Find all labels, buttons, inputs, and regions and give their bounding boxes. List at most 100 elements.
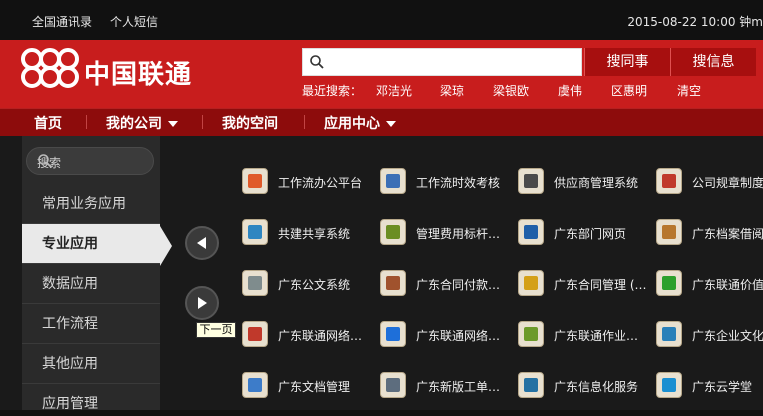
app-label: 广东新版工单… xyxy=(416,380,501,394)
app-tile[interactable]: 广东文档管理 xyxy=(242,372,376,400)
brand-name: 中国联通 xyxy=(84,60,193,90)
share-icon xyxy=(242,219,268,245)
app-tile[interactable]: 广东企业文化 xyxy=(656,321,763,349)
prev-page-button[interactable] xyxy=(185,226,219,260)
sidebar-item-common-apps[interactable]: 常用业务应用 xyxy=(22,184,160,224)
search-input[interactable] xyxy=(302,48,582,76)
sidebar-search-input[interactable]: 搜索 xyxy=(26,147,154,175)
app-tile[interactable]: 管理费用标杆… xyxy=(380,219,514,247)
arrow-right-icon xyxy=(198,297,207,309)
sidebar-item-other-apps[interactable]: 其他应用 xyxy=(22,344,160,384)
recent-search-item[interactable]: 梁银欧 xyxy=(493,82,529,99)
webpage-icon xyxy=(518,219,544,245)
search-icon xyxy=(37,153,145,172)
clear-recent-link[interactable]: 清空 xyxy=(677,82,701,99)
app-tile[interactable]: 广东联通作业… xyxy=(518,321,652,349)
app-tile[interactable]: 广东公文系统 xyxy=(242,270,376,298)
recent-search-label: 最近搜索： xyxy=(302,84,363,98)
app-label: 广东公文系统 xyxy=(278,278,351,292)
cloud-icon xyxy=(656,372,682,398)
app-tile[interactable]: 广东联通网络… xyxy=(380,321,514,349)
next-page-tooltip: 下一页 xyxy=(196,322,236,338)
app-label: 广东合同付款… xyxy=(416,278,501,292)
app-label: 公司规章制度 xyxy=(692,176,763,190)
recent-search-item[interactable]: 虞伟 xyxy=(558,82,582,99)
next-page-button[interactable] xyxy=(185,286,219,320)
app-tile[interactable]: 广东合同付款… xyxy=(380,270,514,298)
app-tile[interactable]: 广东云学堂 xyxy=(656,372,763,400)
top-bar: 全国通讯录 个人短信 2015-08-22 10:00 钟m xyxy=(0,0,763,40)
app-tile[interactable]: 广东联通网络… xyxy=(242,321,376,349)
nav-home[interactable]: 首页 xyxy=(34,113,62,133)
recent-search-item[interactable]: 梁琼 xyxy=(440,82,464,99)
app-tile[interactable]: 广东部门网页 xyxy=(518,219,652,247)
app-label: 广东云学堂 xyxy=(692,380,753,394)
sidebar-item-professional-apps[interactable]: 专业应用 xyxy=(22,224,160,264)
search-colleague-button[interactable]: 搜同事 xyxy=(584,48,670,76)
browser-icon xyxy=(656,270,682,296)
chevron-down-icon xyxy=(386,121,396,127)
app-label: 广东部门网页 xyxy=(554,227,627,241)
active-indicator xyxy=(160,226,172,266)
ie-icon xyxy=(380,321,406,347)
app-tile[interactable]: 供应商管理系统 xyxy=(518,168,652,196)
app-label: 共建共享系统 xyxy=(278,227,351,241)
nav-my-space[interactable]: 我的空间 xyxy=(222,113,278,133)
search-info-button[interactable]: 搜信息 xyxy=(670,48,756,76)
ticket-icon xyxy=(380,372,406,398)
finance-icon xyxy=(380,219,406,245)
app-label: 广东联通网络… xyxy=(278,329,363,343)
app-label: 广东企业文化 xyxy=(692,329,763,343)
datetime: 2015-08-22 10:00 钟m xyxy=(627,15,763,29)
app-tile[interactable]: 广东新版工单… xyxy=(380,372,514,400)
workflow-icon xyxy=(242,168,268,194)
clock-user-icon xyxy=(380,168,406,194)
app-tile[interactable]: 广东档案借阅 xyxy=(656,219,763,247)
service-icon xyxy=(518,372,544,398)
app-tile[interactable]: 广东信息化服务 xyxy=(518,372,652,400)
sidebar-item-data-apps[interactable]: 数据应用 xyxy=(22,264,160,304)
pin-document-icon xyxy=(656,168,682,194)
nav-divider xyxy=(86,115,87,129)
search-icon xyxy=(309,54,325,73)
docs-icon xyxy=(242,372,268,398)
brand-logo-icon[interactable] xyxy=(18,45,82,94)
app-tile[interactable]: 广东合同管理 (… xyxy=(518,270,652,298)
app-label: 工作流办公平台 xyxy=(278,176,363,190)
folder-icon xyxy=(518,270,544,296)
nav-divider xyxy=(304,115,305,129)
chevron-down-icon xyxy=(168,121,178,127)
contract-icon xyxy=(380,270,406,296)
person-icon xyxy=(518,168,544,194)
app-tile[interactable]: 工作流时效考核 xyxy=(380,168,514,196)
app-tile[interactable]: 共建共享系统 xyxy=(242,219,376,247)
directory-link[interactable]: 全国通讯录 xyxy=(32,13,92,30)
arrow-left-icon xyxy=(197,237,206,249)
recent-search-item[interactable]: 邓洁光 xyxy=(376,82,412,99)
nav-my-company[interactable]: 我的公司 xyxy=(106,113,178,133)
app-label: 广东联通价值 xyxy=(692,278,763,292)
sidebar-item-workflow[interactable]: 工作流程 xyxy=(22,304,160,344)
sms-link[interactable]: 个人短信 xyxy=(110,13,158,30)
app-tile[interactable]: 工作流办公平台 xyxy=(242,168,376,196)
document-icon xyxy=(242,270,268,296)
app-label: 管理费用标杆… xyxy=(416,227,501,241)
app-label: 广东联通作业… xyxy=(554,329,639,343)
archive-icon xyxy=(656,219,682,245)
app-label: 广东合同管理 (… xyxy=(554,278,647,292)
recent-search-item[interactable]: 区惠明 xyxy=(611,82,647,99)
app-tile[interactable]: 公司规章制度 xyxy=(656,168,763,196)
settings-doc-icon xyxy=(518,321,544,347)
nav-app-center[interactable]: 应用中心 xyxy=(324,113,396,133)
app-label: 广东文档管理 xyxy=(278,380,351,394)
app-tile[interactable]: 广东联通价值 xyxy=(656,270,763,298)
app-label: 广东联通网络… xyxy=(416,329,501,343)
app-label: 供应商管理系统 xyxy=(554,176,639,190)
app-label: 工作流时效考核 xyxy=(416,176,501,190)
app-label: 广东档案借阅 xyxy=(692,227,763,241)
window-bottom-edge xyxy=(0,410,763,416)
culture-icon xyxy=(656,321,682,347)
window-icon xyxy=(242,321,268,347)
nav-divider xyxy=(202,115,203,129)
app-label: 广东信息化服务 xyxy=(554,380,639,394)
